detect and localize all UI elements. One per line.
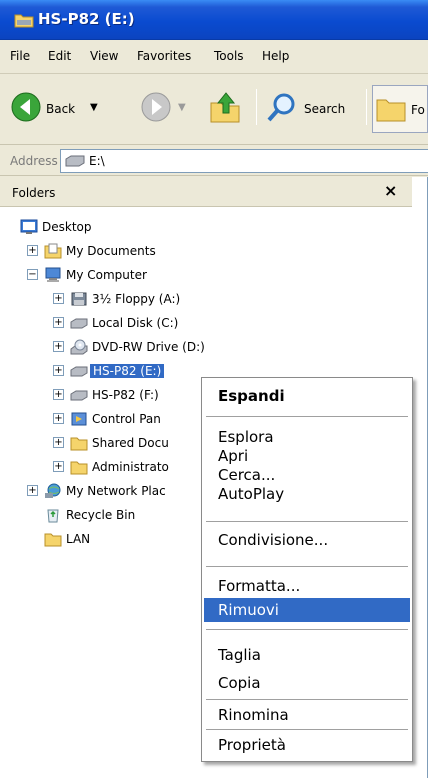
expand-toggle[interactable]: +: [53, 389, 64, 400]
menu-item-rimuovi[interactable]: Rimuovi: [204, 598, 410, 622]
menu-item-copia[interactable]: Copia: [204, 671, 410, 695]
menu-separator: [206, 416, 408, 418]
menu-separator: [206, 521, 408, 523]
context-menu: Espandi Esplora Apri Cerca... AutoPlay C…: [201, 377, 413, 762]
up-button[interactable]: [206, 85, 246, 133]
expand-toggle[interactable]: +: [53, 437, 64, 448]
dvd-icon: [70, 339, 88, 355]
menu-view[interactable]: View: [90, 49, 118, 63]
expand-toggle[interactable]: +: [27, 485, 38, 496]
menu-edit[interactable]: Edit: [48, 49, 71, 63]
menu-tools[interactable]: Tools: [214, 49, 244, 63]
search-button[interactable]: Search: [264, 85, 362, 133]
menu-help[interactable]: Help: [262, 49, 289, 63]
drive-icon: [65, 155, 85, 167]
collapse-toggle[interactable]: −: [27, 269, 38, 280]
search-label: Search: [304, 102, 346, 116]
my-computer-icon: [45, 267, 61, 282]
menu-item-condivisione[interactable]: Condivisione...: [204, 528, 410, 552]
folders-icon: [376, 99, 406, 122]
menu-item-rinomina[interactable]: Rinomina: [204, 703, 410, 727]
folder-icon: [14, 14, 34, 28]
my-documents-icon: [44, 243, 62, 259]
folders-pane-title: Folders: [12, 186, 56, 200]
expand-toggle[interactable]: +: [27, 245, 38, 256]
window-title: HS-P82 (E:): [38, 10, 135, 28]
search-icon: [267, 93, 295, 122]
menu-separator: [206, 699, 408, 701]
explorer-window: HS-P82 (E:) File Edit View Favorites Too…: [0, 0, 428, 778]
expand-toggle[interactable]: +: [53, 365, 64, 376]
menu-favorites[interactable]: Favorites: [137, 49, 191, 63]
floppy-icon: [71, 292, 87, 306]
folder-icon: [44, 533, 62, 547]
drive-icon: [70, 366, 88, 377]
menu-item-autoplay[interactable]: AutoPlay: [204, 482, 410, 506]
expand-toggle[interactable]: +: [53, 461, 64, 472]
chevron-down-icon[interactable]: ▼: [178, 102, 186, 113]
forward-arrow-icon: [141, 92, 171, 122]
menu-separator: [206, 629, 408, 631]
toolbar: Back ▼ ▼ Search Fo: [0, 75, 428, 145]
menu-bar: File Edit View Favorites Tools Help: [0, 40, 428, 74]
expand-toggle[interactable]: +: [53, 341, 64, 352]
network-icon: [45, 483, 61, 498]
forward-button[interactable]: ▼: [138, 85, 196, 133]
drive-icon: [70, 318, 88, 329]
menu-item-proprieta[interactable]: Proprietà: [204, 733, 410, 757]
close-icon[interactable]: ×: [384, 181, 397, 200]
desktop-icon: [20, 219, 38, 234]
menu-separator: [206, 729, 408, 731]
menu-separator: [206, 566, 408, 568]
expand-toggle[interactable]: +: [53, 413, 64, 424]
folder-up-icon: [210, 92, 240, 123]
menu-item-espandi[interactable]: Espandi: [204, 384, 410, 408]
menu-item-formatta[interactable]: Formatta...: [204, 574, 410, 598]
back-arrow-icon: [11, 92, 41, 122]
back-label: Back: [46, 102, 76, 116]
folders-button[interactable]: Fo: [372, 85, 428, 133]
folder-icon: [70, 437, 88, 451]
expand-toggle[interactable]: +: [53, 293, 64, 304]
back-button[interactable]: Back ▼: [8, 85, 128, 133]
menu-file[interactable]: File: [10, 49, 30, 63]
menu-item-taglia[interactable]: Taglia: [204, 643, 410, 667]
chevron-down-icon[interactable]: ▼: [90, 102, 98, 113]
control-panel-icon: [71, 412, 87, 426]
address-input[interactable]: E:\: [60, 149, 428, 173]
address-bar: Address E:\: [0, 146, 428, 176]
recycle-bin-icon: [47, 509, 59, 523]
title-bar[interactable]: HS-P82 (E:): [0, 0, 428, 40]
drive-icon: [70, 390, 88, 401]
address-label: Address: [10, 154, 58, 168]
expand-toggle[interactable]: +: [53, 317, 64, 328]
address-value: E:\: [89, 154, 105, 168]
folder-icon: [70, 461, 88, 475]
folders-pane-header: Folders ×: [0, 177, 412, 207]
folders-label: Fo: [411, 103, 425, 117]
